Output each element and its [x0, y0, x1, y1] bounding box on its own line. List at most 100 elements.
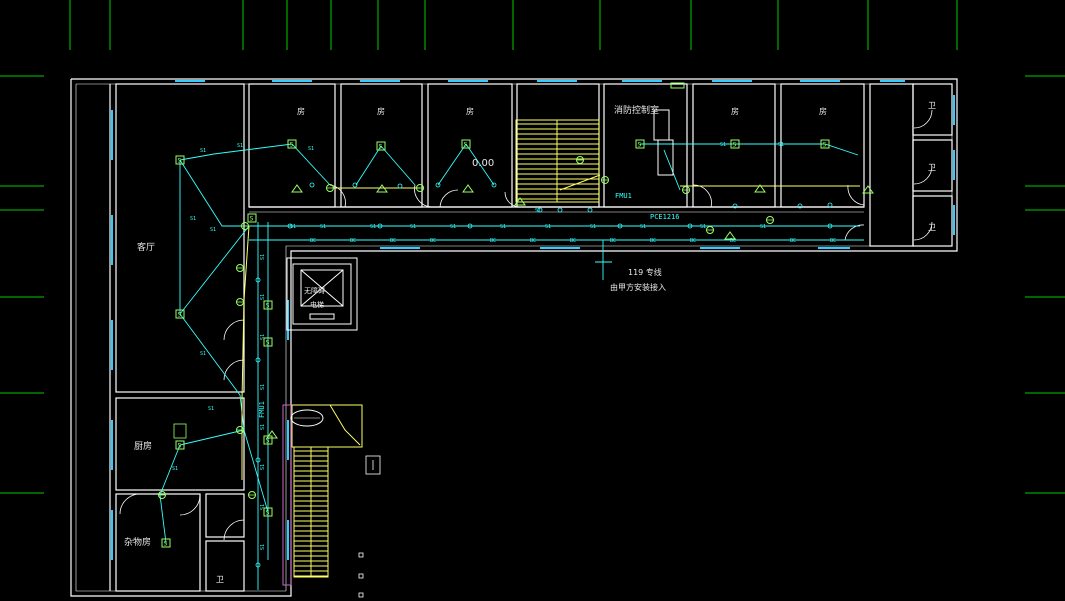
wire-label: S1: [260, 384, 266, 390]
wire-label: S1: [760, 224, 766, 230]
wire-label: S1: [500, 224, 506, 230]
heat-detector-icon: [326, 184, 334, 192]
wire-label: S1: [190, 216, 196, 222]
staircase-main: [515, 119, 600, 203]
wire-label: S1: [700, 224, 706, 230]
wire-label: S1: [290, 224, 296, 230]
heat-detector-icon: [706, 226, 714, 234]
staircase-rear: [291, 404, 363, 578]
wire-label: S1: [200, 351, 206, 357]
lift-label-1: 无障碍: [304, 286, 325, 295]
room-label-storage: 杂物房: [124, 536, 151, 548]
yellow-wiring: [241, 174, 860, 480]
svg-text:S: S: [266, 438, 270, 445]
wire-label: BC: [530, 238, 536, 244]
room-label-wc2: 卫: [928, 163, 936, 172]
heat-detector-icon: [158, 491, 166, 499]
wire-label: BC: [390, 238, 396, 244]
room-label-1: 房: [297, 106, 305, 116]
svg-text:S: S: [164, 541, 168, 548]
heat-detector-icon: [416, 184, 424, 192]
wire-label: S1: [590, 224, 596, 230]
heat-detector-icon: [241, 222, 249, 230]
room-label-5: 房: [731, 106, 739, 116]
alarm-bell-icon: [291, 184, 303, 193]
control-panel-icon: [653, 82, 685, 176]
wire-label: BC: [350, 238, 356, 244]
wire-label: BC: [830, 238, 836, 244]
smoke-detector-icon: S: [263, 507, 273, 517]
heat-detector-icon: [576, 156, 584, 164]
svg-text:S: S: [266, 303, 270, 310]
heat-detector-icon: [601, 176, 609, 184]
smoke-detector-icon: S: [161, 538, 171, 548]
wire-label: S1: [640, 224, 646, 230]
svg-text:S: S: [266, 340, 270, 347]
markers: [173, 423, 381, 598]
room-label-control: 消防控制室: [614, 104, 659, 116]
room-label-kitchen: 厨房: [134, 440, 152, 452]
svg-text:S: S: [379, 144, 383, 151]
junction-node: [557, 207, 563, 213]
floor-plan: BC BC BC BC BC BC BC BC BC BC BC BC BCS1 S1 S1 S1 S1 S1 S1…: [0, 0, 1065, 598]
room-label-3: 房: [466, 106, 474, 116]
svg-text:S: S: [250, 216, 254, 223]
wire-label: BC: [570, 238, 576, 244]
fire-alarm-wiring: [159, 143, 864, 590]
cad-viewport[interactable]: BC BC BC BC BC BC BC BC BC BC BC BC BC S1 S1 S1 S1 S1 S1 S1…: [0, 0, 1065, 601]
smoke-detector-icon: S: [175, 155, 185, 165]
smoke-detector-icon: S: [175, 440, 185, 450]
room-label-6: 房: [819, 106, 827, 116]
smoke-detector-icon: S: [263, 337, 273, 347]
wire-label: S1: [237, 143, 243, 149]
room-label-wc4: 卫: [216, 575, 224, 584]
heat-detector-icon: [236, 426, 244, 434]
wire-label: S1: [208, 406, 214, 412]
junction-node: [309, 182, 315, 188]
wire-label: S1: [260, 464, 266, 470]
fire-line-label: 119 专线: [628, 267, 662, 277]
smoke-detector-icon: S: [263, 300, 273, 310]
heat-detector-icon: [236, 264, 244, 272]
walls: [70, 78, 958, 597]
lift-label-2: 电梯: [310, 300, 324, 309]
heat-detector-icon: [248, 491, 256, 499]
svg-text:S: S: [464, 142, 468, 149]
wire-label: S1: [450, 224, 456, 230]
room-label-hall: 客厅: [137, 241, 155, 253]
heat-detector-icon: [766, 216, 774, 224]
smoke-detector-icon: S: [461, 139, 471, 149]
wire-label: S1: [720, 142, 726, 148]
svg-text:S: S: [178, 158, 182, 165]
wire-label: S1: [260, 294, 266, 300]
wire-label: S1: [320, 224, 326, 230]
alarm-bell-icon: [462, 184, 474, 193]
wire-label: BC: [690, 238, 696, 244]
svg-text:S: S: [266, 510, 270, 517]
heat-detector-icon: [682, 186, 690, 194]
wire-label: BC: [790, 238, 796, 244]
svg-text:S: S: [290, 142, 294, 149]
wire-label: BC: [650, 238, 656, 244]
wire-label: BC: [610, 238, 616, 244]
wire-label: S1: [172, 466, 178, 472]
axis-grid-top: [69, 0, 958, 50]
wire-label: S1: [370, 224, 376, 230]
elevation-label: 0.00: [472, 158, 494, 169]
junction-node: [587, 207, 593, 213]
wire-label: S1: [308, 146, 314, 152]
room-label-wc1: 卫: [928, 101, 936, 110]
wire-label: S1: [778, 142, 784, 148]
wire-label: S1: [260, 254, 266, 260]
heat-detector-icon: [236, 298, 244, 306]
fmu-label: FMU1: [615, 192, 632, 200]
svg-text:S: S: [178, 312, 182, 319]
smoke-detector-icon: S: [820, 139, 830, 149]
wire-label: BC: [430, 238, 436, 244]
wire-label: S1: [260, 544, 266, 550]
svg-text:S: S: [178, 443, 182, 450]
fire-line-note: 由甲方安装接入: [610, 282, 666, 292]
wire-label: S1: [210, 227, 216, 233]
svg-text:S: S: [733, 142, 737, 149]
wire-label: S1: [545, 224, 551, 230]
